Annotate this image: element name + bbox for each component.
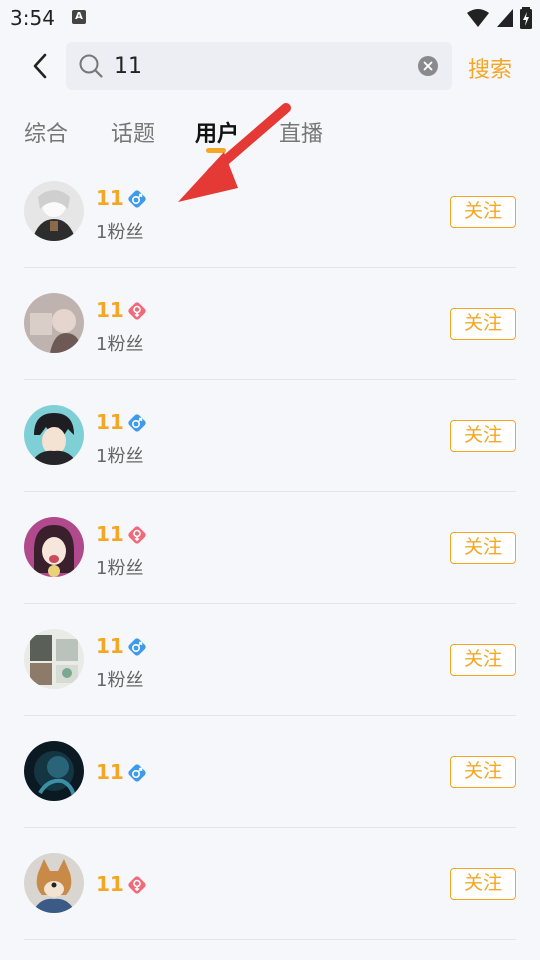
list-item[interactable]: 11 1粉丝 关注 xyxy=(0,156,540,268)
follow-button[interactable]: 关注 xyxy=(450,868,516,900)
status-a-badge: A xyxy=(72,10,86,24)
tab-active-indicator xyxy=(206,148,226,153)
signal-icon xyxy=(497,9,513,27)
status-icons xyxy=(466,6,532,30)
avatar[interactable] xyxy=(24,741,84,801)
list-item[interactable]: 11 关注 xyxy=(0,716,540,828)
close-icon xyxy=(423,61,433,71)
fans-count: 1粉丝 xyxy=(96,558,144,579)
follow-button[interactable]: 关注 xyxy=(450,308,516,340)
battery-icon xyxy=(520,7,532,29)
follow-button[interactable]: 关注 xyxy=(450,756,516,788)
male-icon xyxy=(128,414,146,432)
list-item[interactable]: 11 1粉丝 关注 xyxy=(0,492,540,604)
fans-count: 1粉丝 xyxy=(96,446,144,467)
tab-users[interactable]: 用户 xyxy=(195,116,239,148)
clear-icon[interactable] xyxy=(418,56,438,76)
user-name: 11 xyxy=(96,872,124,896)
list-item[interactable]: 11 1粉丝 关注 xyxy=(0,604,540,716)
female-icon xyxy=(128,302,146,320)
search-button[interactable]: 搜索 xyxy=(468,52,512,84)
wifi-icon xyxy=(467,9,489,27)
tab-all[interactable]: 综合 xyxy=(24,116,68,148)
search-input[interactable] xyxy=(114,52,414,80)
avatar[interactable] xyxy=(24,853,84,913)
divider xyxy=(24,939,516,940)
follow-button[interactable]: 关注 xyxy=(450,420,516,452)
follow-button[interactable]: 关注 xyxy=(450,196,516,228)
user-name: 11 xyxy=(96,298,124,322)
list-item[interactable]: 11 1粉丝 关注 xyxy=(0,268,540,380)
search-bar: 搜索 xyxy=(0,40,540,92)
user-name: 11 xyxy=(96,186,124,210)
status-bar: 3:54 A xyxy=(0,0,540,36)
search-box[interactable] xyxy=(66,42,452,90)
follow-button[interactable]: 关注 xyxy=(450,644,516,676)
avatar[interactable] xyxy=(24,629,84,689)
fans-count: 1粉丝 xyxy=(96,670,144,691)
female-icon xyxy=(128,526,146,544)
tab-live[interactable]: 直播 xyxy=(279,116,323,148)
fans-count: 1粉丝 xyxy=(96,222,144,243)
avatar[interactable] xyxy=(24,293,84,353)
user-name: 11 xyxy=(96,522,124,546)
follow-button[interactable]: 关注 xyxy=(450,532,516,564)
tab-topics[interactable]: 话题 xyxy=(111,116,155,148)
list-item[interactable]: 11 关注 xyxy=(0,828,540,940)
status-time: 3:54 xyxy=(10,6,55,30)
result-tabs: 综合 话题 用户 直播 xyxy=(0,110,540,160)
male-icon xyxy=(128,638,146,656)
male-icon xyxy=(128,764,146,782)
female-icon xyxy=(128,876,146,894)
chevron-left-icon xyxy=(33,53,47,79)
list-item[interactable]: 11 1粉丝 关注 xyxy=(0,380,540,492)
avatar[interactable] xyxy=(24,181,84,241)
male-icon xyxy=(128,190,146,208)
user-name: 11 xyxy=(96,410,124,434)
user-name: 11 xyxy=(96,634,124,658)
user-name: 11 xyxy=(96,760,124,784)
back-button[interactable] xyxy=(24,50,56,82)
fans-count: 1粉丝 xyxy=(96,334,144,355)
user-list: 11 1粉丝 关注 11 1粉丝 关注 11 1粉丝 关注 11 1粉丝 关注 xyxy=(0,156,540,940)
avatar[interactable] xyxy=(24,405,84,465)
avatar[interactable] xyxy=(24,517,84,577)
search-icon xyxy=(79,54,103,78)
